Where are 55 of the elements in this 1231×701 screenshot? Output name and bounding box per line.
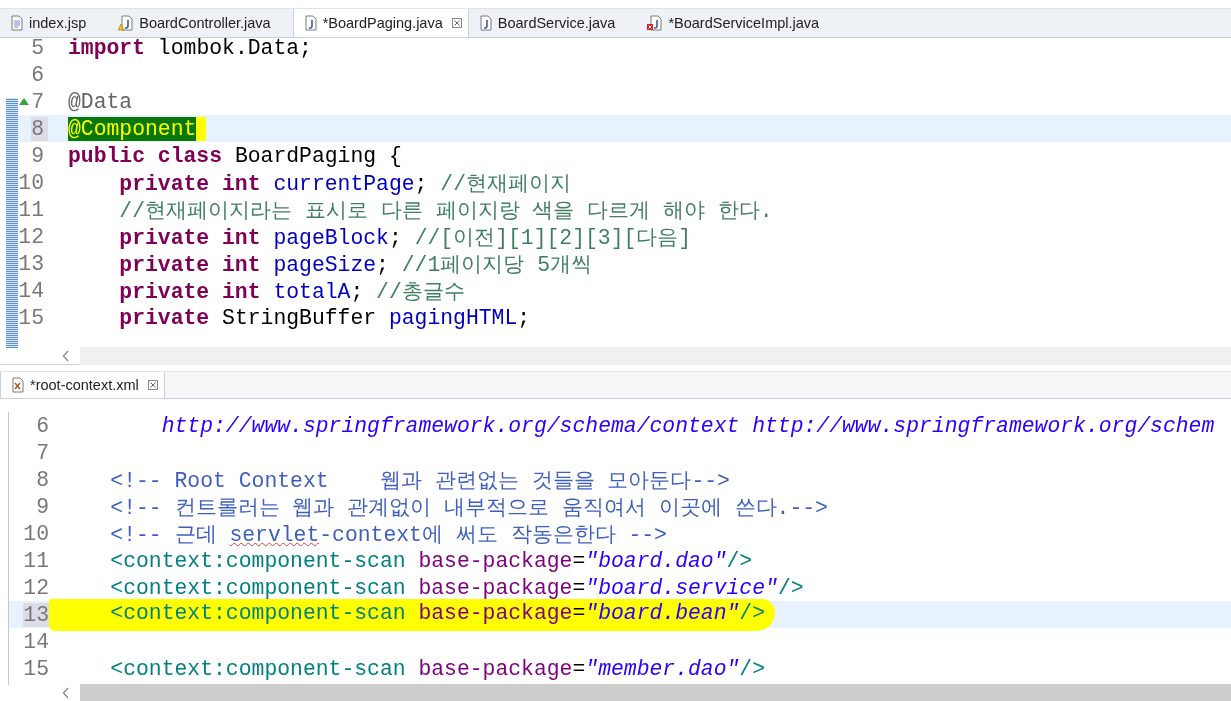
override-marker-icon (18, 96, 30, 106)
line-number: 13 (18, 251, 45, 276)
scrollbar[interactable] (80, 684, 1231, 701)
line-number: 14 (23, 629, 50, 654)
code-line: //현재페이지라는 표시로 다른 페이지랑 색을 다르게 해야 한다. (118, 198, 773, 224)
line-number: 12 (23, 575, 50, 600)
line-number: 9 (31, 143, 45, 168)
line-number: 12 (18, 224, 45, 249)
line-number: 6 (31, 62, 45, 87)
line-number: 15 (23, 656, 50, 681)
line-number: 7 (36, 440, 50, 465)
code-line: private int pageBlock; //[이전][1][2][3][다음] (118, 225, 692, 251)
line-number: 10 (23, 521, 50, 546)
code-line: <!-- 컨트롤러는 웹과 관계없이 내부적으로 움직여서 이곳에 쓴다.--> (109, 495, 828, 521)
file-icon (10, 15, 24, 31)
editor-tab[interactable]: *BoardPaging.java (292, 9, 469, 37)
close-icon[interactable] (451, 18, 462, 28)
line-number: 11 (23, 548, 50, 573)
java-file-error-icon (647, 15, 664, 31)
line-number: 6 (36, 413, 50, 438)
code-line: private int currentPage; //현재페이지 (118, 171, 571, 197)
line-number: 9 (36, 494, 50, 519)
java-file-icon (303, 15, 318, 31)
line-number: 7 (31, 89, 45, 114)
editor-tab[interactable]: *root-context.xml (0, 372, 165, 398)
line-number: 10 (18, 170, 45, 195)
code-line: <context:component-scan base-package="board.dao"/> (109, 548, 753, 573)
code-line: <context:component-scan base-package="board.service"/> (109, 575, 804, 600)
code-line: <context:component-scan base-package="member.dao"/> (109, 656, 766, 681)
scrollbar[interactable] (80, 347, 1231, 365)
line-number: 11 (18, 197, 45, 222)
editor-tab[interactable]: BoardService.java (468, 9, 638, 37)
line-number: 8 (31, 116, 48, 141)
code-line: private StringBuffer pagingHTML; (118, 305, 531, 330)
line-number: 5 (31, 38, 45, 60)
close-icon[interactable] (147, 380, 158, 390)
scroll-left-icon[interactable] (62, 687, 70, 699)
editor-tab[interactable]: *BoardServiceImpl.java (637, 9, 842, 37)
java-file-icon (478, 15, 493, 31)
line-number: 8 (36, 467, 50, 492)
editor-tab[interactable]: index.jsp (0, 9, 109, 37)
code-line: <!-- Root Context 웹과 관련없는 것들을 모아둔다--> (109, 468, 730, 494)
code-line: http://www.springframework.org/schema/context http://www.springframework.org/schem (160, 413, 1215, 438)
java-file-warning-icon (118, 15, 135, 31)
line-number: 15 (18, 305, 45, 330)
xml-file-icon (11, 377, 25, 393)
code-line: private int totalA; //총글수 (118, 279, 465, 305)
code-line: private int pageSize; //1페이지당 5개씩 (118, 252, 592, 278)
editor-tab[interactable]: BoardController.java (108, 9, 293, 37)
code-line: @Data (68, 89, 133, 114)
code-line: import lombok.Data; (68, 38, 312, 60)
line-number: 14 (18, 278, 45, 303)
code-line: public class BoardPaging { (68, 143, 402, 168)
code-line: <!-- 근데 servlet-context에 써도 작동은한다 --> (109, 522, 667, 548)
scroll-left-icon[interactable] (62, 350, 70, 362)
